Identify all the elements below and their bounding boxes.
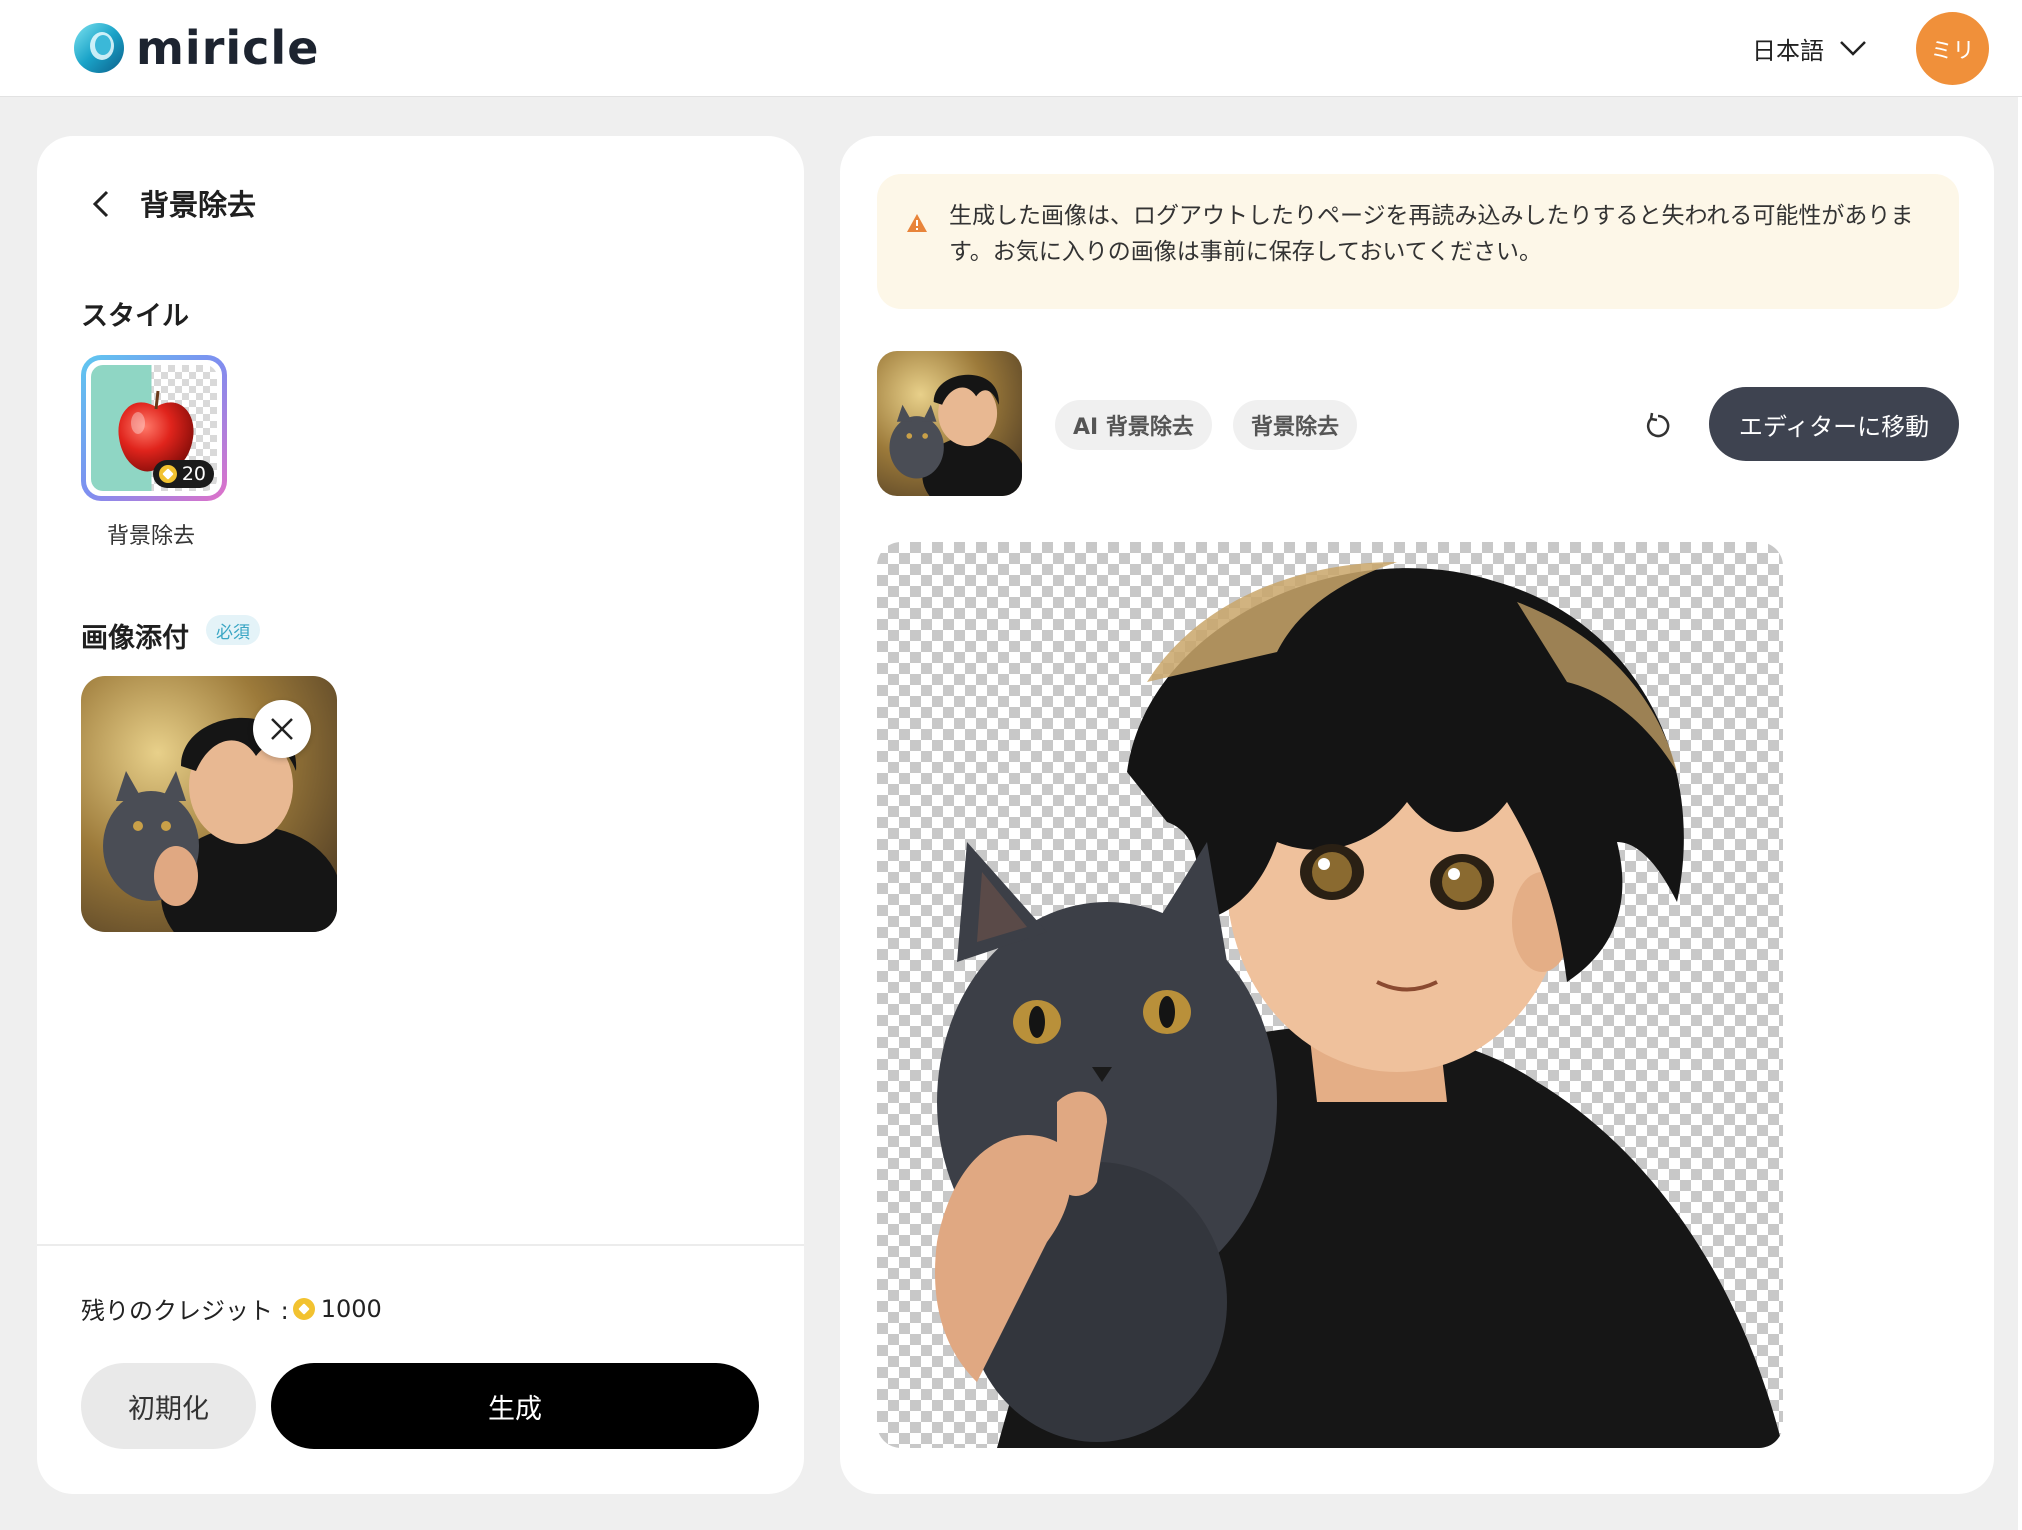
- refresh-icon: [1646, 412, 1670, 438]
- generate-button[interactable]: 生成: [271, 1363, 759, 1449]
- remove-image-button[interactable]: [253, 700, 311, 758]
- remaining-credits: 残りのクレジット : 1000: [81, 1291, 382, 1326]
- back-button[interactable]: [81, 184, 121, 224]
- reset-button[interactable]: 初期化: [81, 1363, 256, 1449]
- warning-icon: [907, 214, 927, 232]
- window-edge: [2018, 97, 2022, 1530]
- style-section-label: スタイル: [81, 301, 189, 332]
- logo-mark-icon: [74, 23, 124, 73]
- go-to-editor-button[interactable]: エディターに移動: [1709, 387, 1959, 461]
- top-header: miricle 日本語 ミリ: [0, 0, 2022, 97]
- credit-cost-value: 20: [181, 463, 206, 485]
- credit-cost-badge: 20: [152, 460, 214, 488]
- source-image-thumbnail[interactable]: [877, 351, 1022, 496]
- source-image-illustration: [889, 374, 1022, 496]
- coin-icon: [292, 1297, 315, 1320]
- coin-icon: [158, 465, 177, 483]
- chevron-down-icon: [1840, 41, 1866, 56]
- credits-value: 1000: [320, 1294, 382, 1323]
- brand-logo[interactable]: miricle: [72, 20, 319, 76]
- page-title: 背景除去: [140, 188, 257, 222]
- result-portrait-illustration: [935, 562, 1783, 1448]
- style-option-background-removal[interactable]: 20: [81, 355, 227, 501]
- language-selector[interactable]: 日本語: [1752, 30, 1868, 66]
- language-label: 日本語: [1752, 36, 1824, 65]
- style-option-label: 背景除去: [107, 524, 196, 549]
- warning-text: 生成した画像は、ログアウトしたりページを再読み込みしたりすると失われる可能性があ…: [949, 203, 1914, 265]
- tag-background-removal: 背景除去: [1233, 400, 1358, 450]
- result-panel: 生成した画像は、ログアウトしたりページを再読み込みしたりすると失われる可能性があ…: [840, 136, 1994, 1494]
- settings-panel: 背景除去 スタイル 20 背景除去 画像添付 必須 残りのクレジット: 100…: [37, 136, 804, 1494]
- panel-divider: [37, 1244, 804, 1246]
- result-image[interactable]: [877, 542, 1783, 1448]
- style-card-inner: 20: [86, 360, 222, 496]
- tag-ai-background-removal: AI 背景除去: [1055, 400, 1212, 450]
- attach-section-label: 画像添付: [81, 623, 189, 654]
- credits-label: 残りのクレジット :: [81, 1297, 289, 1325]
- user-avatar[interactable]: ミリ: [1916, 12, 1989, 85]
- required-badge: 必須: [206, 615, 260, 645]
- brand-name: miricle: [136, 21, 320, 75]
- regenerate-button[interactable]: [1638, 406, 1678, 446]
- chevron-left-icon: [92, 190, 109, 218]
- close-icon: [271, 718, 293, 740]
- warning-notice: 生成した画像は、ログアウトしたりページを再読み込みしたりすると失われる可能性があ…: [877, 174, 1959, 309]
